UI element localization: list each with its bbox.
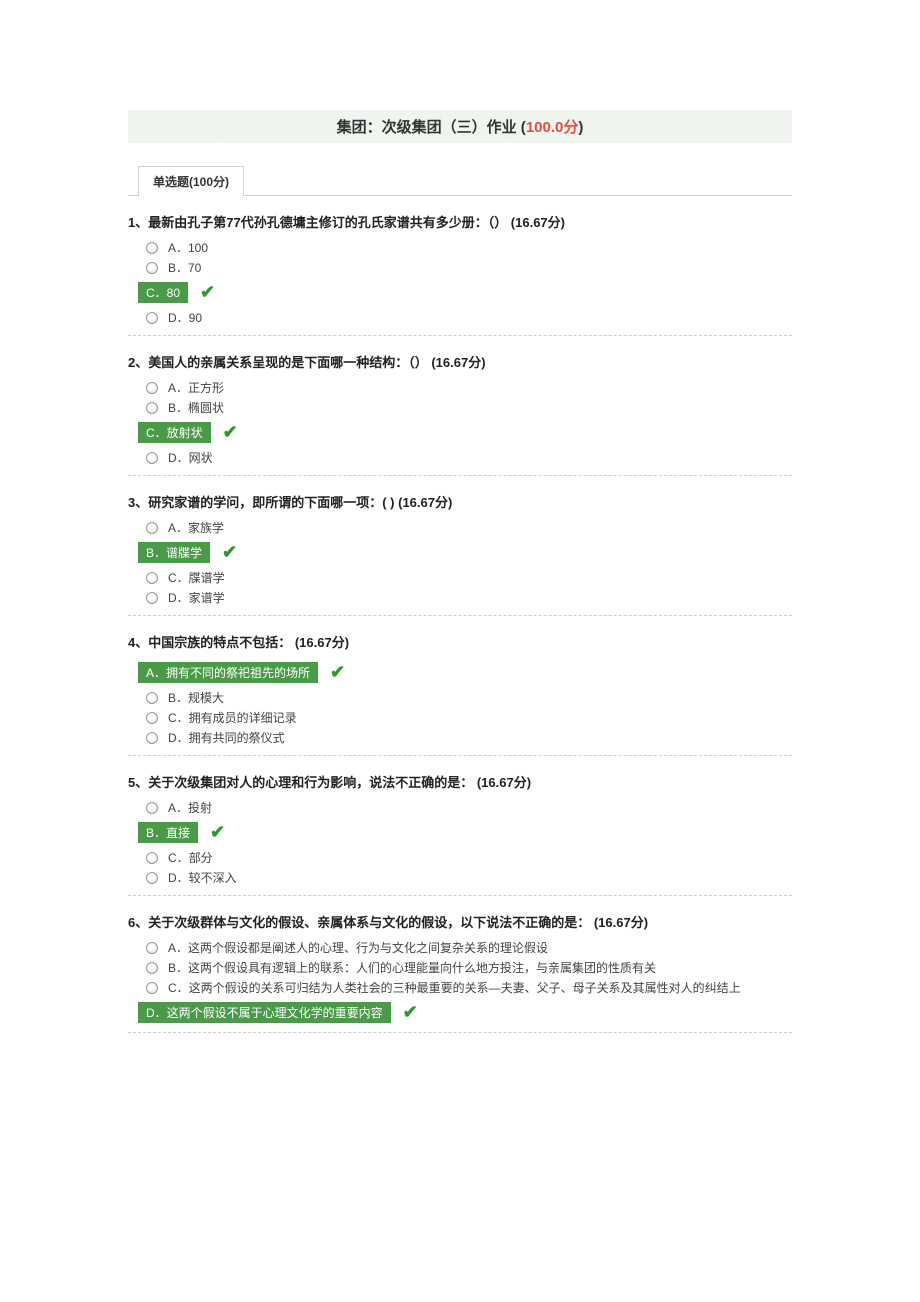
- option-row: C．这两个假设的关系可归结为人类社会的三种最重要的关系—夫妻、父子、母子关系及其…: [146, 979, 792, 996]
- radio-icon[interactable]: [146, 382, 158, 394]
- option-label: A．投射: [168, 799, 212, 816]
- question-title: 2、美国人的亲属关系呈现的是下面哪一种结构：（） (16.67分): [128, 352, 792, 371]
- radio-icon[interactable]: [146, 712, 158, 724]
- question-title: 4、中国宗族的特点不包括： (16.67分): [128, 632, 792, 651]
- page-title-bar: 集团：次级集团（三）作业 (100.0分): [128, 110, 792, 143]
- option-row: D．家谱学: [146, 589, 792, 606]
- correct-answer-badge: C．80: [138, 282, 188, 303]
- radio-icon[interactable]: [146, 852, 158, 864]
- tabs-container: 单选题(100分): [128, 165, 792, 196]
- option-row: C．牒谱学: [146, 569, 792, 586]
- correct-answer-badge: C．放射状: [138, 422, 211, 443]
- option-row: B．这两个假设具有逻辑上的联系：人们的心理能量向什么地方投注，与亲属集团的性质有…: [146, 959, 792, 976]
- option-label: D．网状: [168, 449, 213, 466]
- option-label: B．这两个假设具有逻辑上的联系：人们的心理能量向什么地方投注，与亲属集团的性质有…: [168, 959, 656, 976]
- option-row-correct: C．放射状 ✔: [128, 419, 792, 446]
- correct-answer-badge: A．拥有不同的祭祀祖先的场所: [138, 662, 318, 683]
- radio-icon[interactable]: [146, 312, 158, 324]
- question-block: 5、关于次级集团对人的心理和行为影响，说法不正确的是： (16.67分) A．投射…: [128, 772, 792, 896]
- option-row: A．100: [146, 239, 792, 256]
- question-block: 2、美国人的亲属关系呈现的是下面哪一种结构：（） (16.67分) A．正方形 B．…: [128, 352, 792, 476]
- question-block: 4、中国宗族的特点不包括： (16.67分) A．拥有不同的祭祀祖先的场所 ✔ B．规…: [128, 632, 792, 756]
- tab-single-choice[interactable]: 单选题(100分): [138, 166, 244, 196]
- option-label: D．家谱学: [168, 589, 225, 606]
- correct-answer-badge: D．这两个假设不属于心理文化学的重要内容: [138, 1002, 391, 1023]
- option-row: C．部分: [146, 849, 792, 866]
- check-icon: ✔: [200, 282, 215, 303]
- option-row: B．70: [146, 259, 792, 276]
- option-row: A．家族学: [146, 519, 792, 536]
- option-label: A．正方形: [168, 379, 224, 396]
- option-label: B．椭圆状: [168, 399, 224, 416]
- option-row-correct: C．80 ✔: [128, 279, 792, 306]
- option-label: D．较不深入: [168, 869, 237, 886]
- option-row-correct: B．谱牒学 ✔: [128, 539, 792, 566]
- option-label: D．90: [168, 309, 202, 326]
- questions-list: 1、最新由孔子第77代孙孔德墉主修订的孔氏家谱共有多少册：（） (16.67分)…: [128, 212, 792, 1033]
- radio-icon[interactable]: [146, 452, 158, 464]
- check-icon: ✔: [222, 542, 237, 563]
- radio-icon[interactable]: [146, 262, 158, 274]
- option-label: C．这两个假设的关系可归结为人类社会的三种最重要的关系—夫妻、父子、母子关系及其…: [168, 979, 741, 996]
- radio-icon[interactable]: [146, 942, 158, 954]
- radio-icon[interactable]: [146, 572, 158, 584]
- option-row-correct: D．这两个假设不属于心理文化学的重要内容 ✔: [128, 999, 792, 1026]
- radio-icon[interactable]: [146, 872, 158, 884]
- option-row: A．这两个假设都是阐述人的心理、行为与文化之间复杂关系的理论假设: [146, 939, 792, 956]
- option-label: B．70: [168, 259, 201, 276]
- option-label: C．部分: [168, 849, 213, 866]
- option-row: D．90: [146, 309, 792, 326]
- radio-icon[interactable]: [146, 732, 158, 744]
- check-icon: ✔: [223, 422, 238, 443]
- check-icon: ✔: [330, 662, 345, 683]
- score-value: 100.0分: [526, 119, 579, 136]
- radio-icon[interactable]: [146, 802, 158, 814]
- question-block: 3、研究家谱的学问，即所谓的下面哪一项：( ) (16.67分) A．家族学 B．谱…: [128, 492, 792, 616]
- check-icon: ✔: [210, 822, 225, 843]
- question-block: 1、最新由孔子第77代孙孔德墉主修订的孔氏家谱共有多少册：（） (16.67分)…: [128, 212, 792, 336]
- option-row-correct: B．直接 ✔: [128, 819, 792, 846]
- quiz-page: 集团：次级集团（三）作业 (100.0分) 单选题(100分) 1、最新由孔子第…: [0, 0, 920, 1073]
- question-title: 3、研究家谱的学问，即所谓的下面哪一项：( ) (16.67分): [128, 492, 792, 511]
- question-title: 5、关于次级集团对人的心理和行为影响，说法不正确的是： (16.67分): [128, 772, 792, 791]
- correct-answer-badge: B．谱牒学: [138, 542, 210, 563]
- check-icon: ✔: [403, 1002, 418, 1023]
- option-label: A．这两个假设都是阐述人的心理、行为与文化之间复杂关系的理论假设: [168, 939, 548, 956]
- page-title-suffix: ): [578, 119, 583, 136]
- option-label: B．规模大: [168, 689, 224, 706]
- option-row: C．拥有成员的详细记录: [146, 709, 792, 726]
- option-row: A．投射: [146, 799, 792, 816]
- option-label: A．100: [168, 239, 208, 256]
- option-row: B．椭圆状: [146, 399, 792, 416]
- radio-icon[interactable]: [146, 592, 158, 604]
- option-row: D．较不深入: [146, 869, 792, 886]
- option-label: D．拥有共同的祭仪式: [168, 729, 285, 746]
- option-label: C．拥有成员的详细记录: [168, 709, 297, 726]
- option-row: B．规模大: [146, 689, 792, 706]
- page-title-prefix: 集团：次级集团（三）作业 (: [337, 119, 526, 136]
- option-row: D．网状: [146, 449, 792, 466]
- question-block: 6、关于次级群体与文化的假设、亲属体系与文化的假设，以下说法不正确的是： (16…: [128, 912, 792, 1033]
- radio-icon[interactable]: [146, 982, 158, 994]
- radio-icon[interactable]: [146, 692, 158, 704]
- radio-icon[interactable]: [146, 242, 158, 254]
- option-row-correct: A．拥有不同的祭祀祖先的场所 ✔: [128, 659, 792, 686]
- radio-icon[interactable]: [146, 522, 158, 534]
- correct-answer-badge: B．直接: [138, 822, 198, 843]
- option-label: C．牒谱学: [168, 569, 225, 586]
- question-title: 1、最新由孔子第77代孙孔德墉主修订的孔氏家谱共有多少册：（） (16.67分): [128, 212, 792, 231]
- question-title: 6、关于次级群体与文化的假设、亲属体系与文化的假设，以下说法不正确的是： (16…: [128, 912, 792, 931]
- radio-icon[interactable]: [146, 962, 158, 974]
- option-row: D．拥有共同的祭仪式: [146, 729, 792, 746]
- option-label: A．家族学: [168, 519, 224, 536]
- radio-icon[interactable]: [146, 402, 158, 414]
- option-row: A．正方形: [146, 379, 792, 396]
